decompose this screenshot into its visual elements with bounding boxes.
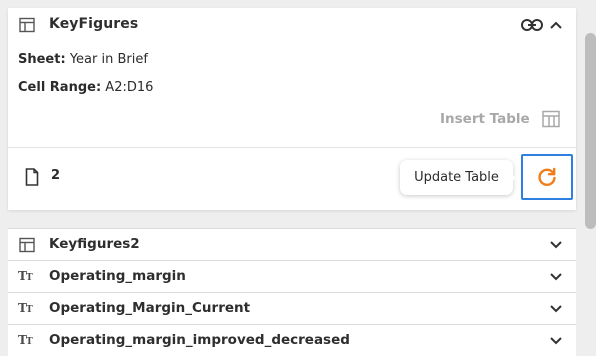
insert-table-button[interactable]: Insert Table (440, 111, 530, 127)
text-icon: TT (18, 301, 33, 315)
update-table-button[interactable] (521, 154, 573, 200)
tooltip-arrow (509, 172, 516, 184)
table-icon (19, 237, 35, 253)
list-item-label: Operating_margin_improved_decreased (49, 332, 350, 348)
list-item-keyfigures2[interactable]: Keyfigures2 (8, 229, 576, 261)
link-icon[interactable] (521, 18, 543, 32)
divider (8, 147, 576, 148)
chevron-down-icon[interactable] (549, 335, 563, 347)
update-table-tooltip: Update Table (400, 160, 513, 195)
card-header[interactable]: KeyFigures (8, 8, 576, 44)
sheet-value: Year in Brief (69, 52, 148, 67)
cell-range-property: Cell Range: A2:D16 (18, 80, 153, 95)
sheet-property: Sheet: Year in Brief (18, 52, 148, 67)
cell-range-label: Cell Range: (18, 80, 102, 95)
chevron-down-icon[interactable] (549, 303, 563, 315)
list-item-label: Operating_Margin_Current (49, 300, 251, 316)
list-item-operating-margin-current[interactable]: TT Operating_Margin_Current (8, 293, 576, 325)
table-icon (19, 17, 35, 33)
table-card-keyfigures: KeyFigures Sheet: Year in Brief Cell Ran… (8, 8, 576, 210)
text-icon: TT (18, 333, 33, 347)
panel: KeyFigures Sheet: Year in Brief Cell Ran… (0, 0, 596, 356)
insert-table-icon[interactable] (542, 110, 560, 128)
page-count: 2 (51, 168, 61, 183)
chevron-up-icon[interactable] (549, 18, 563, 32)
chevron-down-icon[interactable] (549, 271, 563, 283)
page-icon (25, 168, 39, 186)
list-item-operating-margin[interactable]: TT Operating_margin (8, 261, 576, 293)
card-title: KeyFigures (49, 16, 139, 32)
list-item-label: Operating_margin (49, 268, 186, 284)
list-item-label: Keyfigures2 (49, 236, 140, 252)
item-list: Keyfigures2 TT Operating_margin TT Opera… (8, 228, 576, 356)
chevron-down-icon[interactable] (549, 239, 563, 251)
sheet-label: Sheet: (18, 52, 66, 67)
text-icon: TT (18, 269, 33, 283)
list-item-operating-margin-improved-decreased[interactable]: TT Operating_margin_improved_decreased (8, 325, 576, 356)
scrollbar-thumb[interactable] (585, 33, 596, 229)
cell-range-value: A2:D16 (105, 80, 154, 95)
refresh-icon (536, 166, 558, 188)
